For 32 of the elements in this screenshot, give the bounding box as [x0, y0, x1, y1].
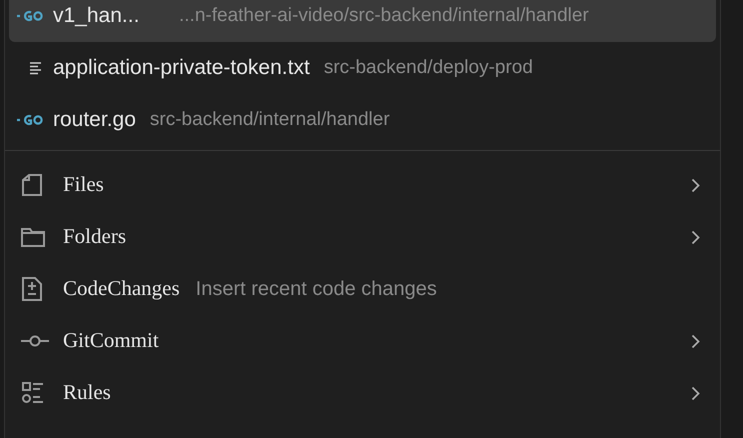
- chevron-right-icon: [691, 334, 700, 348]
- file-suggestion[interactable]: router.go src-backend/internal/handler: [9, 94, 716, 146]
- menu-description: Insert recent code changes: [196, 277, 437, 302]
- menu-label: CodeChanges: [63, 275, 180, 302]
- document-plus-minus-icon: [21, 276, 43, 302]
- file-path: src-backend/deploy-prod: [324, 56, 533, 80]
- context-menu-item[interactable]: Files: [5, 159, 720, 211]
- chevron-right-icon: [691, 178, 700, 192]
- menu-label: Files: [63, 171, 104, 198]
- file-name: application-private-token.txt: [53, 55, 310, 82]
- folder-icon: [21, 227, 45, 247]
- context-menu-item[interactable]: CodeChanges Insert recent code changes: [5, 263, 720, 315]
- file-name: v1_han...: [53, 3, 140, 30]
- file-path: ...n-feather-ai-video/src-backend/internal/handler: [179, 4, 589, 28]
- file-icon: [21, 173, 43, 197]
- go-icon: [17, 10, 43, 22]
- context-menu-item[interactable]: Rules: [5, 367, 720, 419]
- file-suggestion[interactable]: application-private-token.txt src-backend/deploy-prod: [9, 42, 716, 94]
- file-name: router.go: [53, 107, 136, 134]
- context-menu-item[interactable]: Folders: [5, 211, 720, 263]
- file-path: src-backend/internal/handler: [150, 108, 390, 132]
- menu-label: Rules: [63, 379, 111, 406]
- chevron-right-icon: [691, 230, 700, 244]
- text-file-icon: [29, 61, 43, 75]
- git-commit-icon: [21, 334, 49, 348]
- chevron-right-icon: [691, 386, 700, 400]
- context-menu-item[interactable]: GitCommit: [5, 315, 720, 367]
- go-icon: [17, 114, 43, 126]
- checklist-icon: [21, 381, 45, 405]
- menu-label: GitCommit: [63, 327, 159, 354]
- file-suggestion[interactable]: v1_han... ...n-feather-ai-video/src-backend/internal/handler: [9, 0, 716, 42]
- menu-label: Folders: [63, 223, 126, 250]
